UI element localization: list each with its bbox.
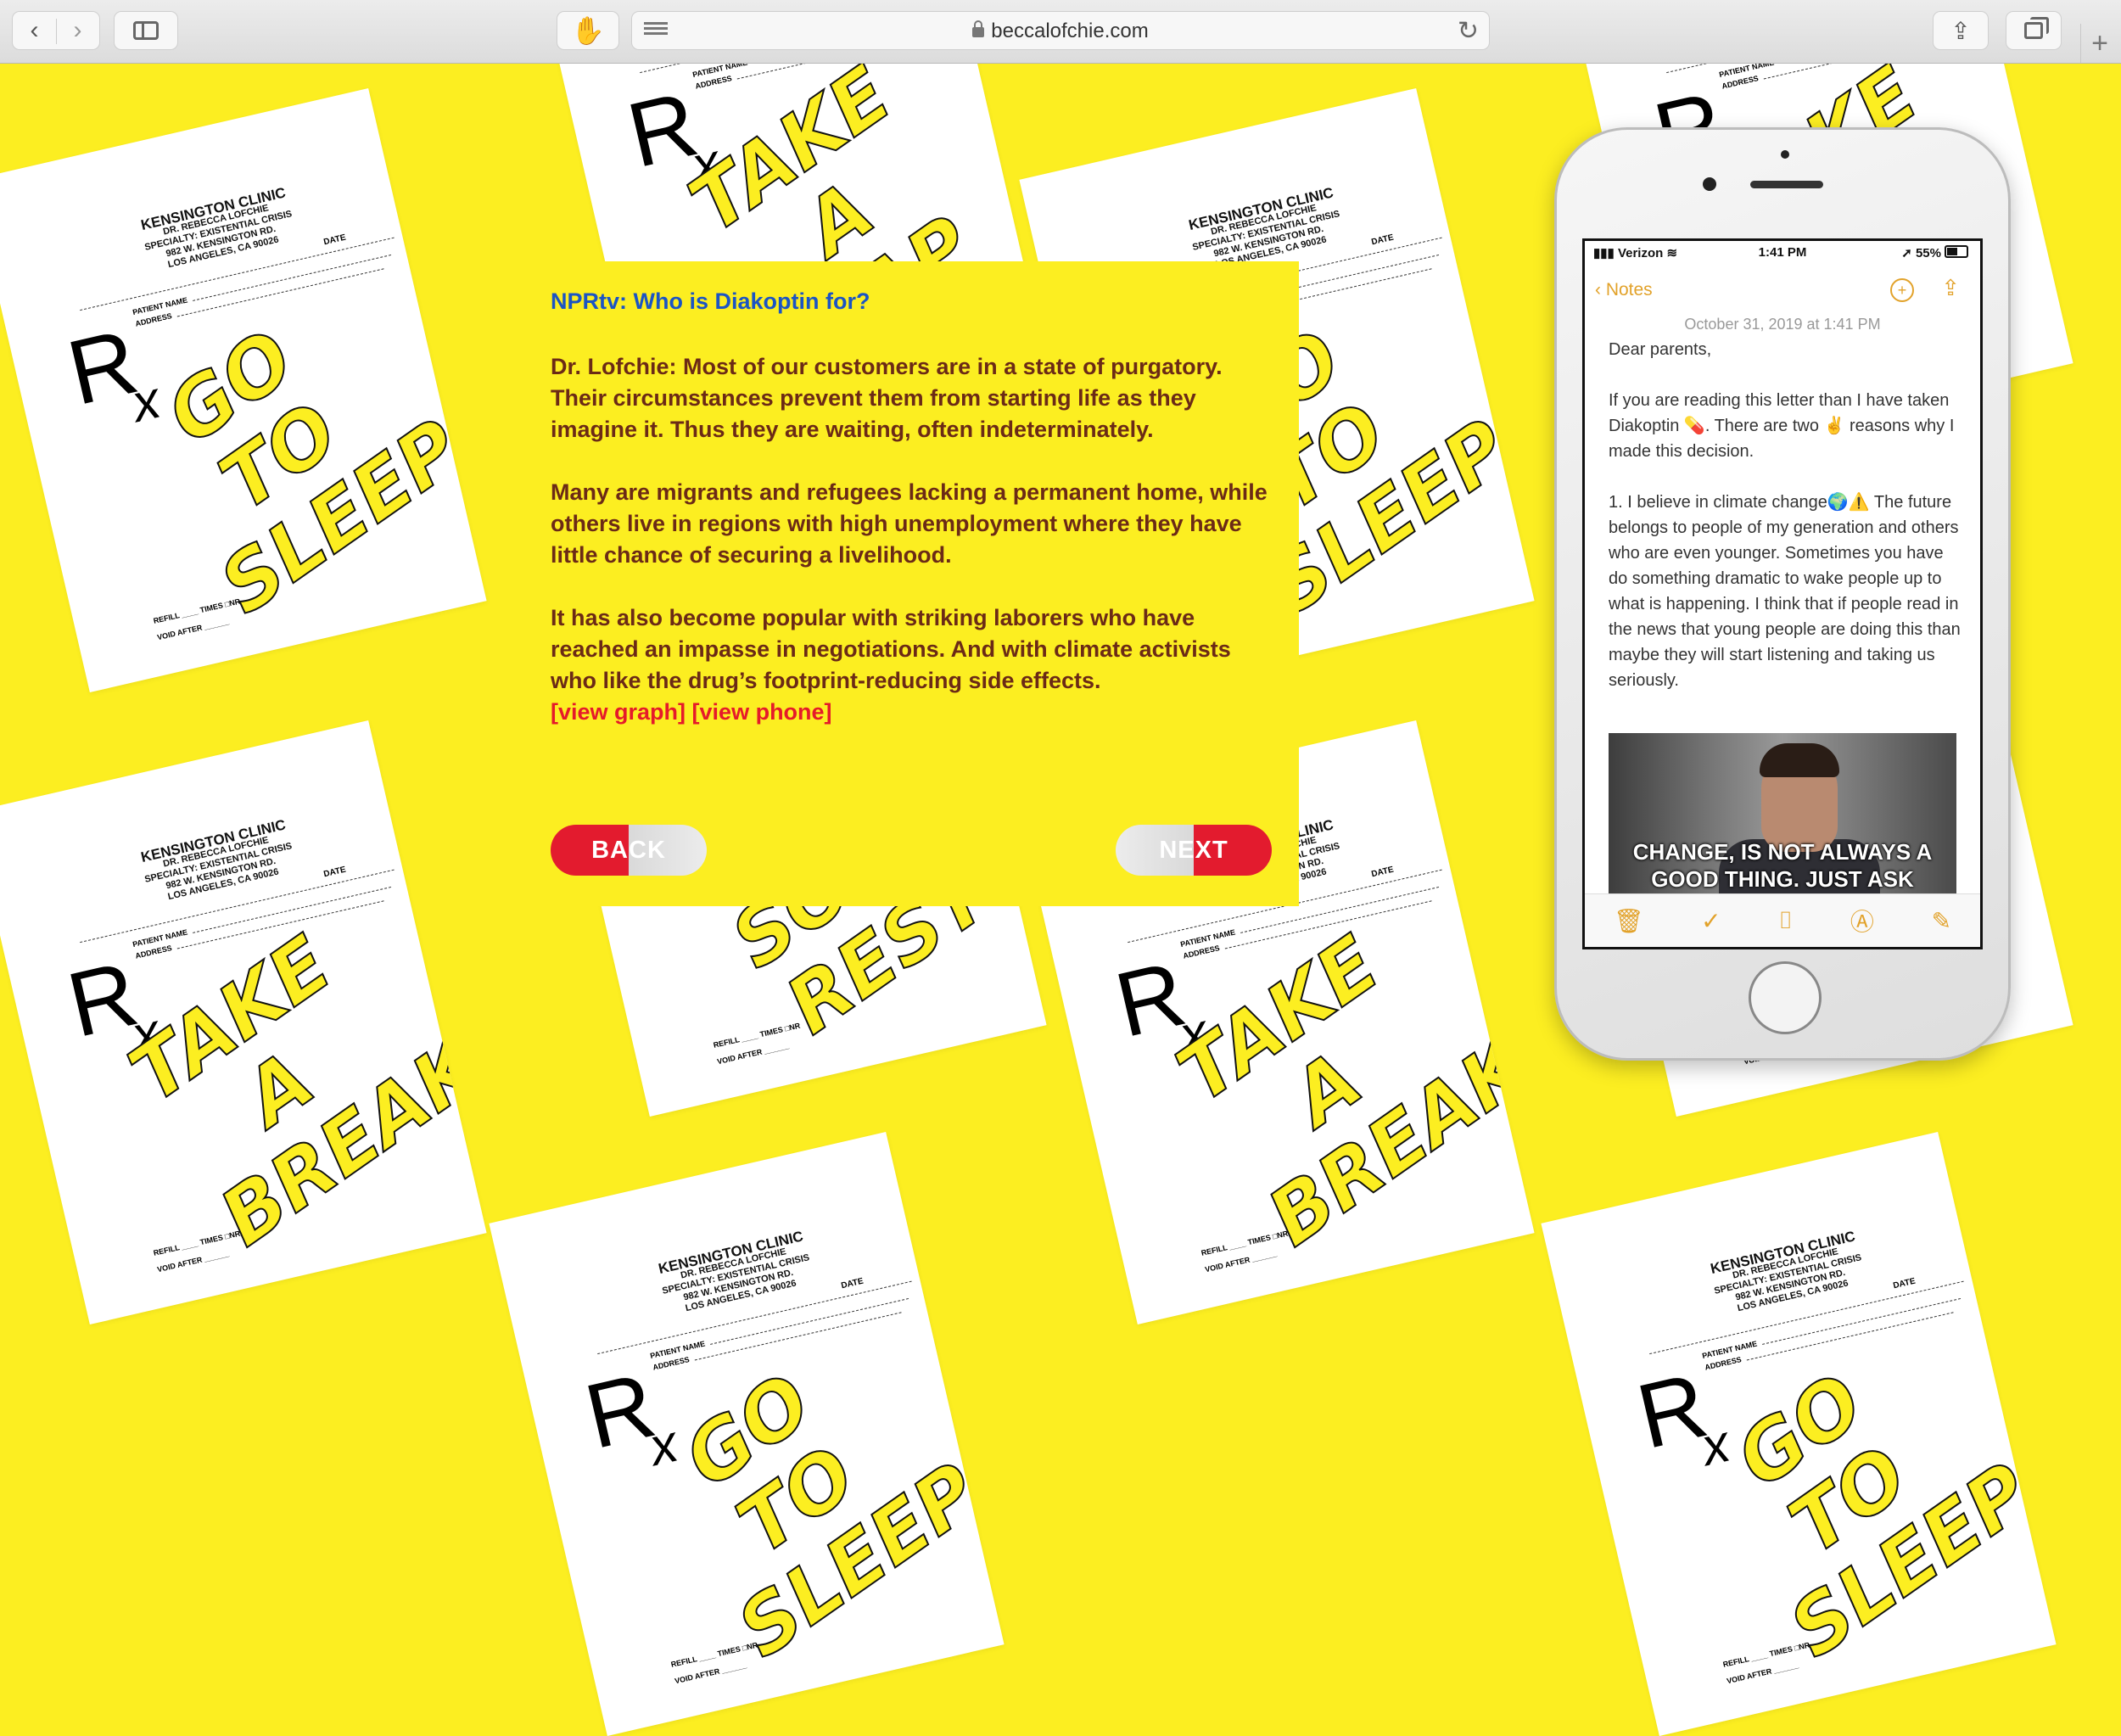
camera-icon[interactable]: ⌷ <box>1778 907 1793 935</box>
date-label: DATE <box>1370 233 1394 248</box>
new-tab-button[interactable]: + <box>2080 24 2118 63</box>
phone-camera <box>1703 177 1716 191</box>
sidebar-toggle-button[interactable] <box>114 11 178 50</box>
forward-nav-button[interactable]: › <box>56 16 99 45</box>
card-paragraph-3-text: It has also become popular with striking… <box>551 605 1231 693</box>
back-button-label: BACK <box>591 837 666 865</box>
checklist-icon[interactable]: ✓ <box>1701 907 1721 935</box>
prescription-paper: KENSINGTON CLINICDR. REBECCA LOFCHIESPEC… <box>0 88 487 692</box>
card-body: Dr. Lofchie: Most of our customers are i… <box>551 351 1280 728</box>
gif-caption: CHANGE, IS NOT ALWAYS A GOOD THING. JUST… <box>1609 838 1956 893</box>
back-button[interactable]: BACK <box>551 825 707 876</box>
prescription-paper: KENSINGTON CLINICDR. REBECCA LOFCHIESPEC… <box>1541 1132 2056 1736</box>
reload-icon[interactable]: ↻ <box>1458 16 1479 46</box>
back-nav-button[interactable]: ‹ <box>13 16 56 45</box>
nav-buttons: ‹ › <box>12 11 100 50</box>
interview-card: NPRtv: Who is Diakoptin for? Dr. Lofchie… <box>529 261 1299 906</box>
share-person-icon[interactable]: + <box>1890 278 1914 302</box>
date-label: DATE <box>322 865 346 880</box>
note-gif: CHANGE, IS NOT ALWAYS A GOOD THING. JUST… <box>1609 733 1956 898</box>
notes-back-button[interactable]: ‹ Notes <box>1595 280 1653 300</box>
notes-nav-bar: ‹ Notes + ⇪ <box>1585 275 1980 309</box>
phone-sensor <box>1781 150 1789 159</box>
card-question: NPRtv: Who is Diakoptin for? <box>551 288 870 315</box>
sidebar-icon <box>133 21 159 40</box>
card-paragraph-1: Dr. Lofchie: Most of our customers are i… <box>551 351 1280 445</box>
url-label: beccalofchie.com <box>991 20 1148 42</box>
hand-icon: ✋ <box>571 14 605 47</box>
next-button[interactable]: NEXT <box>1116 825 1272 876</box>
tabs-icon <box>2024 22 2043 39</box>
notes-toolbar: 🗑 ✓ ⌷ Ⓐ ✎ <box>1585 893 1980 947</box>
home-button[interactable] <box>1749 961 1822 1034</box>
card-links: [view graph] [view phone] <box>551 699 832 725</box>
prescription-paper: KENSINGTON CLINICDR. REBECCA LOFCHIESPEC… <box>489 1132 1004 1736</box>
prescription-phrase: GO TO SLEEP <box>109 285 450 630</box>
clinic-header: KENSINGTON CLINICDR. REBECCA LOFCHIESPEC… <box>630 1224 842 1324</box>
share-button[interactable]: ⇪ <box>1933 11 1989 50</box>
tabs-button[interactable] <box>2006 11 2062 50</box>
note-greeting: Dear parents, <box>1609 337 1965 362</box>
clinic-header: KENSINGTON CLINICDR. REBECCA LOFCHIESPEC… <box>113 812 324 913</box>
view-graph-link[interactable]: [view graph] <box>551 699 686 725</box>
card-paragraph-3: It has also become popular with striking… <box>551 602 1280 728</box>
markup-icon[interactable]: Ⓐ <box>1850 904 1874 938</box>
phone-speaker <box>1750 181 1823 188</box>
compose-icon[interactable]: ✎ <box>1932 907 1951 935</box>
card-paragraph-2: Many are migrants and refugees lacking a… <box>551 477 1280 571</box>
refill-void-lines: REFILL ____ TIMES □NRVOID AFTER ______ <box>1721 1637 1816 1690</box>
prescription-phrase: TAKE A BREAK <box>1157 917 1497 1262</box>
status-bar: ▮▮▮ Verizon ≋ 1:41 PM ➚ 55% <box>1585 241 1980 265</box>
battery-percent: 55% <box>1916 246 1941 260</box>
next-button-label: NEXT <box>1159 837 1228 865</box>
lock-icon <box>972 27 984 37</box>
address-bar[interactable]: beccalofchie.com ↻ <box>631 11 1490 50</box>
phone-screen: ▮▮▮ Verizon ≋ 1:41 PM ➚ 55% ‹ Notes + ⇪ … <box>1582 238 1983 949</box>
note-paragraph-2: 1. I believe in climate change🌍⚠️ The fu… <box>1609 490 1965 693</box>
refill-void-lines: REFILL ____ TIMES □NRVOID AFTER ______ <box>152 593 246 647</box>
date-label: DATE <box>840 1277 864 1291</box>
view-phone-link[interactable]: [view phone] <box>692 699 832 725</box>
prescription-phrase: TAKE A BREAK <box>109 917 450 1262</box>
refill-void-lines: REFILL ____ TIMES □NRVOID AFTER ______ <box>712 1017 806 1071</box>
share-icon[interactable]: ⇪ <box>1941 275 1960 301</box>
gif-figure-hair <box>1760 743 1839 777</box>
date-label: DATE <box>1892 1277 1916 1291</box>
refill-void-lines: REFILL ____ TIMES □NRVOID AFTER ______ <box>152 1225 246 1279</box>
notes-back-label: Notes <box>1606 280 1653 300</box>
note-body[interactable]: Dear parents, If you are reading this le… <box>1609 337 1965 719</box>
note-date: October 31, 2019 at 1:41 PM <box>1585 316 1980 333</box>
refill-void-lines: REFILL ____ TIMES □NRVOID AFTER ______ <box>1200 1225 1294 1279</box>
date-label: DATE <box>322 233 346 248</box>
battery-icon <box>1945 245 1968 258</box>
note-paragraph-1: If you are reading this letter than I ha… <box>1609 388 1965 464</box>
privacy-button[interactable]: ✋ <box>557 11 619 50</box>
battery-indicator: ➚ 55% <box>1901 245 1968 260</box>
divider <box>56 19 57 44</box>
share-icon: ⇪ <box>1950 17 1970 45</box>
refill-void-lines: REFILL ____ TIMES □NRVOID AFTER ______ <box>669 1637 764 1690</box>
date-label: DATE <box>1370 865 1394 880</box>
url-text: beccalofchie.com <box>632 20 1489 43</box>
clinic-header: KENSINGTON CLINICDR. REBECCA LOFCHIESPEC… <box>113 180 324 281</box>
prescription-phrase: GO TO SLEEP <box>1679 1329 2019 1673</box>
prescription-paper: KENSINGTON CLINICDR. REBECCA LOFCHIESPEC… <box>0 720 487 1324</box>
prescription-phrase: GO TO SLEEP <box>627 1329 967 1673</box>
clinic-header: KENSINGTON CLINICDR. REBECCA LOFCHIESPEC… <box>1682 1224 1894 1324</box>
browser-toolbar: ‹ › ✋ beccalofchie.com ↻ ⇪ + <box>0 0 2121 64</box>
trash-icon[interactable]: 🗑 <box>1614 907 1644 935</box>
iphone-mockup: ▮▮▮ Verizon ≋ 1:41 PM ➚ 55% ‹ Notes + ⇪ … <box>1554 127 2011 1061</box>
